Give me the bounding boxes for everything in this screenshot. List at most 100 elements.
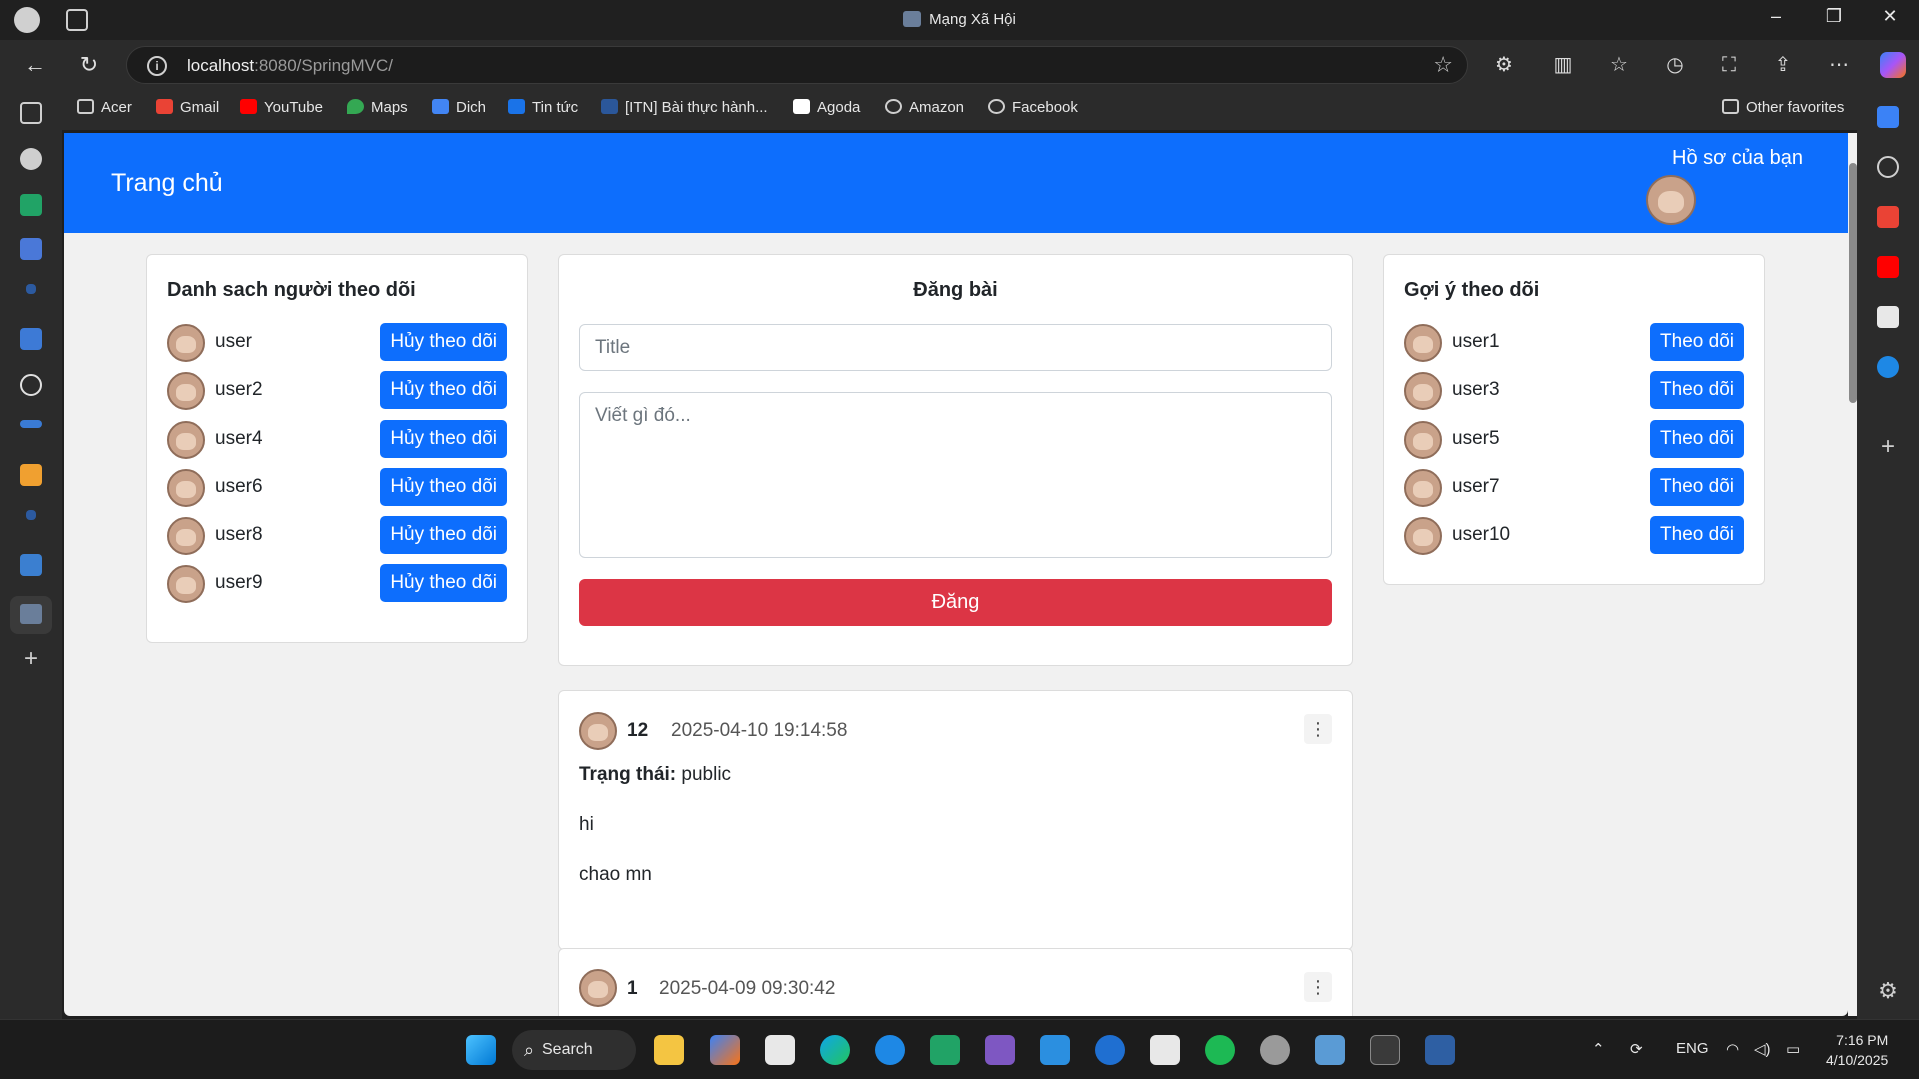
file-explorer-icon[interactable] bbox=[654, 1035, 684, 1065]
bookmark-itn[interactable]: [ITN] Bài thực hành... bbox=[601, 99, 768, 116]
minimize-icon[interactable]: – bbox=[1762, 6, 1790, 27]
edge-icon[interactable] bbox=[820, 1035, 850, 1065]
username[interactable]: user6 bbox=[215, 476, 263, 498]
vscode-icon[interactable] bbox=[1040, 1035, 1070, 1065]
other-favorites[interactable]: Other favorites bbox=[1722, 99, 1844, 116]
translate-sidebar-icon[interactable] bbox=[1877, 106, 1899, 128]
history-icon[interactable]: ◷ bbox=[1662, 52, 1688, 78]
terminal-icon[interactable] bbox=[1370, 1035, 1400, 1065]
username[interactable]: user9 bbox=[215, 572, 263, 594]
username[interactable]: user4 bbox=[215, 428, 263, 450]
language-indicator[interactable]: ENG bbox=[1676, 1040, 1709, 1057]
battery-icon[interactable]: ▭ bbox=[1786, 1040, 1800, 1058]
unfollow-button[interactable]: Hủy theo dõi bbox=[380, 564, 507, 602]
follow-button[interactable]: Theo dõi bbox=[1650, 371, 1744, 409]
avatar[interactable] bbox=[579, 969, 617, 1007]
app-a-icon[interactable] bbox=[1095, 1035, 1125, 1065]
clock[interactable]: 7:16 PM 4/10/2025 bbox=[1826, 1030, 1888, 1070]
spotify-icon[interactable] bbox=[1205, 1035, 1235, 1065]
bookmark-youtube[interactable]: YouTube bbox=[240, 99, 323, 116]
taskbar-search[interactable]: Search bbox=[512, 1030, 636, 1070]
username[interactable]: user bbox=[215, 331, 252, 353]
tab-panel-icon[interactable] bbox=[20, 102, 42, 124]
favorite-star-icon[interactable]: ☆ bbox=[1433, 52, 1453, 78]
bookmark-amazon[interactable]: Amazon bbox=[885, 99, 964, 116]
username[interactable]: user10 bbox=[1452, 524, 1510, 546]
scrollbar-thumb[interactable] bbox=[1849, 163, 1857, 403]
follow-button[interactable]: Theo dõi bbox=[1650, 323, 1744, 361]
active-tab-highlight[interactable] bbox=[10, 596, 52, 634]
mountain-icon[interactable] bbox=[20, 464, 42, 486]
unfollow-button[interactable]: Hủy theo dõi bbox=[380, 371, 507, 409]
post-body-textarea[interactable]: Viết gì đó... bbox=[579, 392, 1332, 558]
add-sidebar-icon[interactable]: + bbox=[1877, 435, 1899, 459]
visual-studio-icon[interactable] bbox=[985, 1035, 1015, 1065]
search-tab-icon[interactable] bbox=[26, 284, 36, 294]
address-bar[interactable]: i localhost:8080/SpringMVC/ ☆ bbox=[126, 46, 1468, 84]
settings-app-icon[interactable] bbox=[1260, 1035, 1290, 1065]
url-text[interactable]: localhost:8080/SpringMVC/ bbox=[187, 56, 393, 76]
back-icon[interactable]: ← bbox=[20, 50, 50, 80]
site-info-icon[interactable]: i bbox=[147, 56, 167, 76]
youtube-sidebar-icon[interactable] bbox=[1877, 256, 1899, 278]
classroom-icon[interactable] bbox=[930, 1035, 960, 1065]
blocked-icon[interactable] bbox=[20, 374, 42, 396]
screenshot-icon[interactable]: ⛶ bbox=[1716, 52, 1742, 78]
sync-icon[interactable]: ⟳ bbox=[1630, 1040, 1643, 1058]
new-tab-icon[interactable]: + bbox=[20, 647, 42, 671]
bookmark-gmail[interactable]: Gmail bbox=[156, 99, 219, 116]
refresh-icon[interactable]: ↻ bbox=[74, 50, 104, 80]
post-title-input[interactable]: Title bbox=[579, 324, 1332, 371]
settings-sidebar-icon[interactable]: ⚙ bbox=[1877, 980, 1899, 1002]
mail-tab-icon[interactable] bbox=[20, 328, 42, 350]
wifi-icon[interactable]: ◠ bbox=[1726, 1040, 1739, 1058]
store-icon[interactable] bbox=[765, 1035, 795, 1065]
avatar[interactable] bbox=[1646, 175, 1696, 225]
github-icon[interactable] bbox=[20, 148, 42, 170]
c-sidebar-icon[interactable] bbox=[1877, 306, 1899, 328]
share-icon[interactable]: ⇪ bbox=[1770, 52, 1796, 78]
gmail-sidebar-icon[interactable] bbox=[1877, 206, 1899, 228]
follow-button[interactable]: Theo dõi bbox=[1650, 420, 1744, 458]
username[interactable]: user8 bbox=[215, 524, 263, 546]
username[interactable]: user2 bbox=[215, 379, 263, 401]
unfollow-button[interactable]: Hủy theo dõi bbox=[380, 468, 507, 506]
docs-icon[interactable] bbox=[20, 238, 42, 260]
bookmark-facebook[interactable]: Facebook bbox=[988, 99, 1078, 116]
post-author[interactable]: 1 bbox=[627, 978, 638, 1000]
unfollow-button[interactable]: Hủy theo dõi bbox=[380, 420, 507, 458]
search-sidebar-icon[interactable] bbox=[1877, 156, 1899, 178]
start-icon[interactable] bbox=[466, 1035, 496, 1065]
brand-link[interactable]: Trang chủ bbox=[111, 169, 223, 198]
close-icon[interactable]: ✕ bbox=[1876, 6, 1904, 27]
unfollow-button[interactable]: Hủy theo dõi bbox=[380, 516, 507, 554]
follow-button[interactable]: Theo dõi bbox=[1650, 516, 1744, 554]
extensions-icon[interactable]: ⚙ bbox=[1491, 52, 1517, 78]
bookmark-dich[interactable]: Dich bbox=[432, 99, 486, 116]
sheets-icon[interactable] bbox=[20, 194, 42, 216]
split-screen-icon[interactable]: ▥ bbox=[1550, 52, 1576, 78]
more-menu-icon[interactable]: ⋯ bbox=[1826, 52, 1852, 78]
post-menu-icon[interactable]: ⋮ bbox=[1304, 714, 1332, 744]
app-icon[interactable] bbox=[1425, 1035, 1455, 1065]
post-menu-icon[interactable]: ⋮ bbox=[1304, 972, 1332, 1002]
tray-overflow-icon[interactable]: ⌃ bbox=[1592, 1040, 1605, 1058]
volume-icon[interactable]: ◁) bbox=[1754, 1040, 1771, 1058]
copilot-icon[interactable] bbox=[1880, 52, 1906, 78]
zalo-icon[interactable] bbox=[875, 1035, 905, 1065]
restore-icon[interactable]: ❐ bbox=[1820, 6, 1848, 27]
username[interactable]: user5 bbox=[1452, 428, 1500, 450]
avatar[interactable] bbox=[579, 712, 617, 750]
username[interactable]: user7 bbox=[1452, 476, 1500, 498]
follow-button[interactable]: Theo dõi bbox=[1650, 468, 1744, 506]
favorites-icon[interactable]: ☆ bbox=[1606, 52, 1632, 78]
notepad-icon[interactable] bbox=[1315, 1035, 1345, 1065]
copilot-app-icon[interactable] bbox=[710, 1035, 740, 1065]
bookmark-maps[interactable]: Maps bbox=[347, 99, 408, 116]
draw-app-icon[interactable] bbox=[1150, 1035, 1180, 1065]
bookmark-acer[interactable]: Acer bbox=[77, 99, 132, 116]
unfollow-button[interactable]: Hủy theo dõi bbox=[380, 323, 507, 361]
bird-icon[interactable] bbox=[20, 420, 42, 428]
submit-post-button[interactable]: Đăng bbox=[579, 579, 1332, 626]
search-tab-icon-2[interactable] bbox=[26, 510, 36, 520]
